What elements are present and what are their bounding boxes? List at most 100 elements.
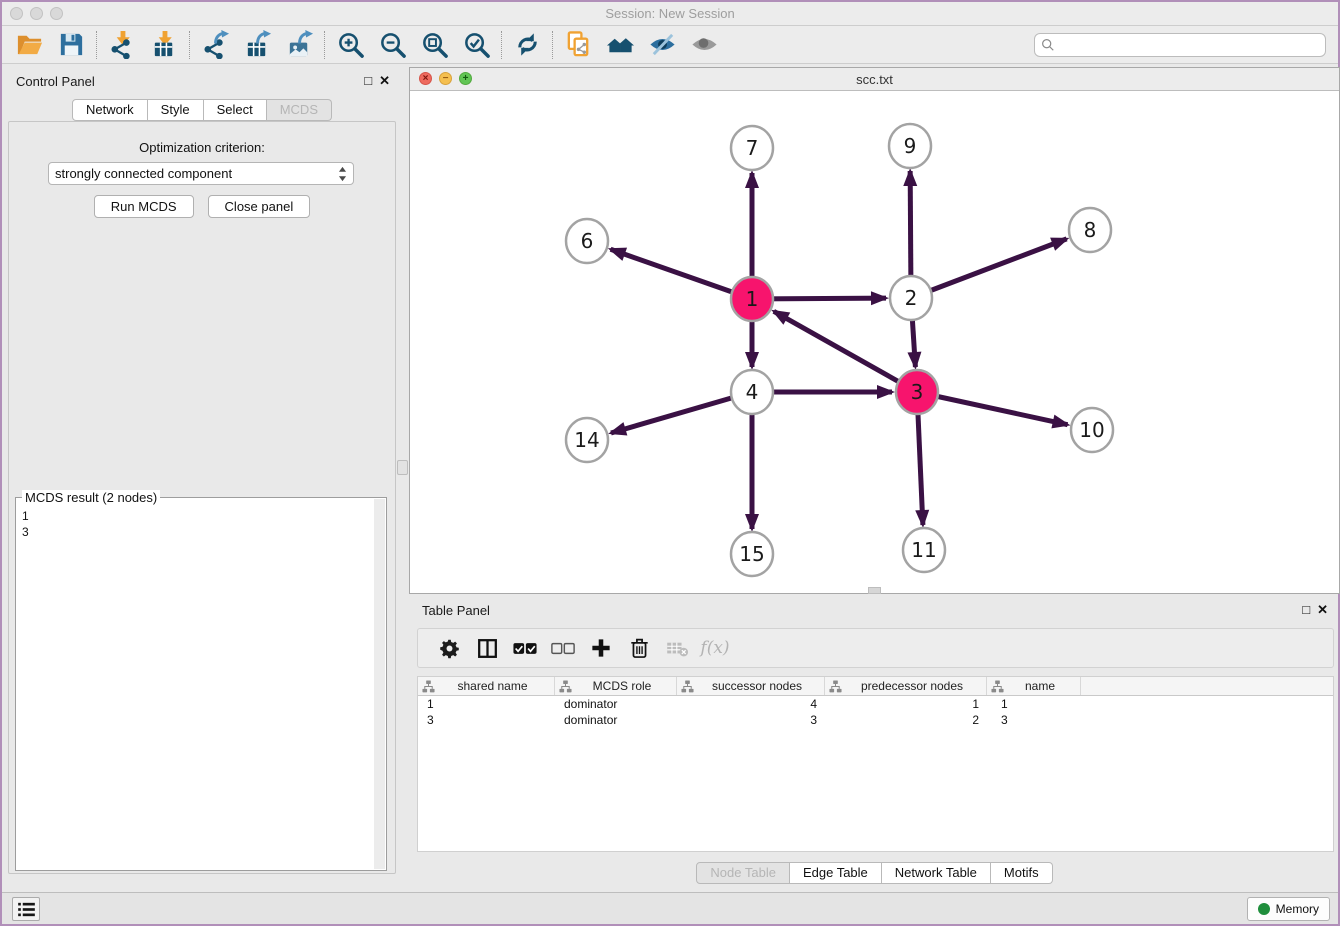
table-panel-title: Table Panel	[422, 603, 490, 618]
hide-selection-eye-button[interactable]	[641, 29, 683, 61]
graph-node-9[interactable]: 9	[889, 124, 931, 168]
graph-node-label: 9	[904, 134, 917, 158]
memory-status-icon	[1258, 903, 1270, 915]
table-cell[interactable]: 1	[825, 696, 987, 712]
graph-node-2[interactable]: 2	[890, 276, 932, 320]
graph-node-label: 11	[911, 538, 936, 562]
column-header-name[interactable]: name	[987, 677, 1081, 695]
toolbar-separator	[324, 31, 325, 59]
result-scrollbar[interactable]	[374, 499, 385, 869]
zoom-fit-button[interactable]	[413, 29, 455, 61]
table-cell[interactable]: 3	[677, 712, 825, 728]
float-panel-icon[interactable]: □	[364, 73, 372, 89]
graph-node-8[interactable]: 8	[1069, 208, 1111, 252]
table-cell[interactable]: 1	[418, 696, 555, 712]
float-table-panel-icon[interactable]: □	[1302, 602, 1310, 618]
export-image-button[interactable]	[278, 29, 320, 61]
tab-style[interactable]: Style	[148, 99, 204, 121]
graph-node-6[interactable]: 6	[566, 219, 608, 263]
mcds-result-list: 13	[22, 508, 370, 540]
refresh-layout-button[interactable]	[506, 29, 548, 61]
home-fit-button[interactable]	[599, 29, 641, 61]
control-panel-title: Control Panel	[16, 74, 95, 89]
table-cell[interactable]: 2	[825, 712, 987, 728]
edge-2-8[interactable]	[911, 239, 1067, 298]
window-title: Session: New Session	[2, 6, 1338, 21]
network-canvas[interactable]: 1 2 3 4 6 7 8 9 10 11 14 15	[410, 91, 1339, 593]
graph-node-4[interactable]: 4	[731, 370, 773, 414]
import-table-button[interactable]	[143, 29, 185, 61]
hierarchy-icon	[559, 680, 572, 693]
tab-node-table[interactable]: Node Table	[696, 862, 790, 884]
graph-node-7[interactable]: 7	[731, 126, 773, 170]
add-column-button[interactable]	[582, 631, 620, 665]
search-input[interactable]	[1060, 38, 1319, 53]
import-network-button[interactable]	[101, 29, 143, 61]
table-cell[interactable]: 3	[987, 712, 1081, 728]
graph-node-15[interactable]: 15	[731, 532, 773, 576]
table-panel: Table Panel □ ✕ f(x) shared nameMCDS rol…	[409, 598, 1340, 888]
graph-node-3[interactable]: 3	[896, 370, 938, 414]
tab-motifs[interactable]: Motifs	[991, 862, 1053, 884]
table-header-row: shared nameMCDS rolesuccessor nodes prede…	[418, 677, 1333, 696]
list-icon	[18, 902, 35, 917]
deselect-all-checks-button[interactable]	[544, 631, 582, 665]
column-header-shared-name[interactable]: shared name	[418, 677, 555, 695]
tab-mcds[interactable]: MCDS	[267, 99, 332, 121]
search-box[interactable]	[1034, 33, 1326, 57]
toolbar-separator	[501, 31, 502, 59]
zoom-selected-button[interactable]	[455, 29, 497, 61]
close-panel-button[interactable]: Close panel	[208, 195, 311, 218]
column-header-successor-nodes[interactable]: successor nodes	[677, 677, 825, 695]
save-session-button[interactable]	[50, 29, 92, 61]
table-row[interactable]: 3dominator323	[418, 712, 1333, 728]
memory-button[interactable]: Memory	[1247, 897, 1330, 921]
delete-column-button[interactable]	[620, 631, 658, 665]
dropdown-stepper-icon	[338, 166, 347, 182]
settings-gear-button[interactable]	[430, 631, 468, 665]
table-cell[interactable]: 3	[418, 712, 555, 728]
task-history-button[interactable]	[12, 897, 40, 921]
show-all-eye-button[interactable]	[683, 29, 725, 61]
hierarchy-icon	[829, 680, 842, 693]
graph-node-label: 10	[1079, 418, 1104, 442]
column-header-label: predecessor nodes	[842, 679, 982, 693]
column-header-predecessor-nodes[interactable]: predecessor nodes	[825, 677, 987, 695]
run-mcds-button[interactable]: Run MCDS	[94, 195, 194, 218]
graph-node-1[interactable]: 1	[731, 277, 773, 321]
network-resize-grip[interactable]	[868, 587, 881, 594]
column-header-mcds-role[interactable]: MCDS role	[555, 677, 677, 695]
zoom-out-button[interactable]	[371, 29, 413, 61]
table-row[interactable]: 1dominator411	[418, 696, 1333, 712]
table-toolbar: f(x)	[417, 628, 1334, 668]
table-cell[interactable]: 4	[677, 696, 825, 712]
close-table-panel-icon[interactable]: ✕	[1317, 602, 1328, 618]
export-network-button[interactable]	[194, 29, 236, 61]
select-all-checks-button[interactable]	[506, 631, 544, 665]
open-file-button[interactable]	[8, 29, 50, 61]
column-layout-button[interactable]	[468, 631, 506, 665]
edge-3-10[interactable]	[917, 392, 1068, 425]
tab-network-table[interactable]: Network Table	[882, 862, 991, 884]
table-cell[interactable]: dominator	[555, 696, 677, 712]
hierarchy-icon	[681, 680, 694, 693]
graph-node-14[interactable]: 14	[566, 418, 608, 462]
edge-1-6[interactable]	[611, 249, 752, 299]
table-cell[interactable]: 1	[987, 696, 1081, 712]
graph-node-10[interactable]: 10	[1071, 408, 1113, 452]
export-table-button[interactable]	[236, 29, 278, 61]
network-canvas-svg: 1 2 3 4 6 7 8 9 10 11 14 15	[410, 91, 1339, 593]
tab-select[interactable]: Select	[204, 99, 267, 121]
close-panel-icon[interactable]: ✕	[379, 73, 390, 89]
edge-3-1[interactable]	[774, 311, 917, 392]
memory-label: Memory	[1276, 902, 1319, 916]
criterion-dropdown[interactable]: strongly connected component	[48, 162, 354, 185]
duplicate-network-button[interactable]	[557, 29, 599, 61]
main-toolbar-groups	[2, 29, 725, 61]
tab-network[interactable]: Network	[72, 99, 148, 121]
zoom-in-button[interactable]	[329, 29, 371, 61]
table-cell[interactable]: dominator	[555, 712, 677, 728]
graph-node-11[interactable]: 11	[903, 528, 945, 572]
panel-splitter-handle[interactable]	[397, 460, 408, 475]
tab-edge-table[interactable]: Edge Table	[790, 862, 882, 884]
